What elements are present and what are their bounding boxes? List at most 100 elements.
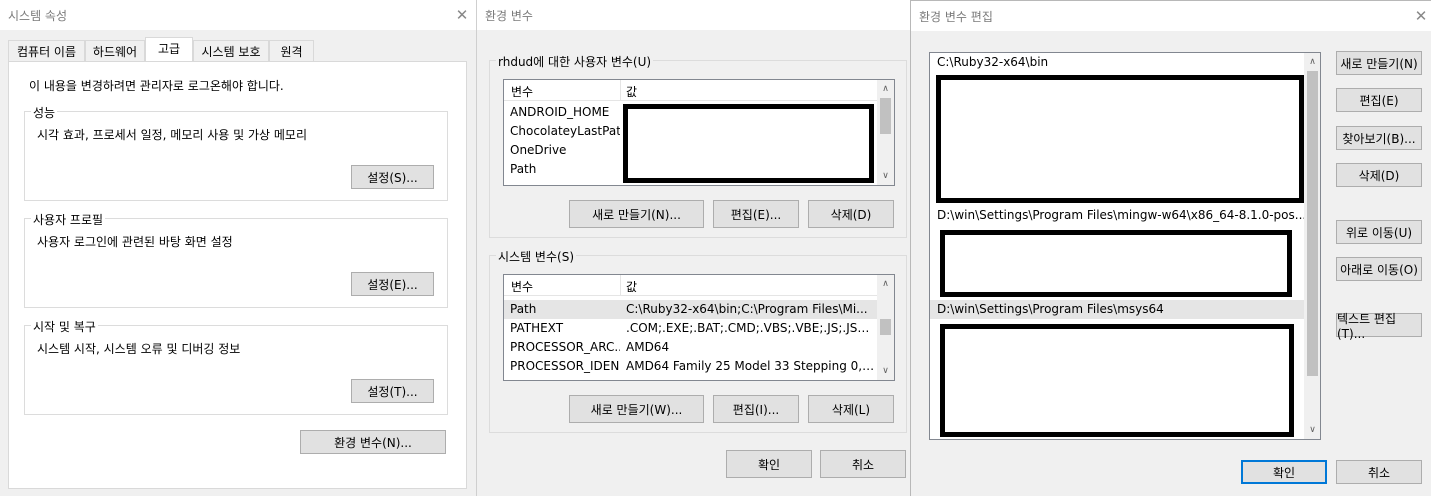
performance-desc: 시각 효과, 프로세서 일정, 메모리 사용 및 가상 메모리 — [37, 128, 307, 142]
redaction-box — [936, 75, 1304, 203]
scroll-thumb[interactable] — [880, 319, 891, 335]
scrollbar[interactable]: ∧ ∨ — [877, 275, 894, 380]
startup-recovery-label: 시작 및 복구 — [31, 318, 98, 335]
variable-name: OneDrive — [510, 143, 567, 157]
new-button[interactable]: 새로 만들기(N) — [1336, 51, 1422, 75]
variable-name: PROCESSOR_IDEN... — [510, 359, 620, 373]
column-separator — [620, 80, 621, 100]
title-bar: 환경 변수 — [477, 0, 910, 30]
user-variables-group: rhdud에 대한 사용자 변수(U) 변수 값 ANDROID_HOME Ch… — [489, 53, 907, 238]
system-variables-label: 시스템 변수(S) — [496, 248, 576, 265]
title-bar: 환경 변수 편집 ✕ — [911, 1, 1431, 31]
scroll-thumb[interactable] — [880, 98, 891, 134]
column-value[interactable]: 값 — [626, 83, 637, 100]
delete-button[interactable]: 삭제(D) — [1336, 163, 1422, 187]
close-icon[interactable]: ✕ — [452, 5, 472, 25]
variable-name: PROCESSOR_ARC... — [510, 340, 620, 354]
user-profile-settings-button[interactable]: 설정(E)... — [351, 272, 434, 296]
variable-name: Path — [510, 302, 537, 316]
title-bar: 시스템 속성 ✕ — [0, 0, 476, 30]
scrollbar[interactable]: ∧ ∨ — [1304, 53, 1320, 439]
scroll-up-icon[interactable]: ∧ — [1304, 55, 1320, 69]
system-variables-group: 시스템 변수(S) 변수 값 Path C:\Ruby32-x64\bin;C:… — [489, 248, 907, 433]
list-item[interactable]: PROCESSOR_ARC... AMD64 — [504, 338, 877, 357]
path-entry: D:\win\Settings\Program Files\mingw-w64\… — [937, 208, 1307, 222]
performance-settings-button[interactable]: 설정(S)... — [351, 165, 434, 189]
system-delete-button[interactable]: 삭제(L) — [808, 395, 894, 423]
scroll-down-icon[interactable]: ∨ — [877, 169, 894, 183]
list-item[interactable]: D:\win\Settings\Program Files\mingw-w64\… — [930, 206, 1307, 225]
system-new-button[interactable]: 새로 만들기(W)... — [569, 395, 704, 423]
startup-recovery-settings-button[interactable]: 설정(T)... — [351, 379, 434, 403]
tab-advanced[interactable]: 고급 — [145, 37, 193, 62]
user-variables-label: rhdud에 대한 사용자 변수(U) — [496, 53, 654, 70]
list-item-selected[interactable]: D:\win\Settings\Program Files\msys64 — [930, 300, 1304, 319]
scroll-down-icon[interactable]: ∨ — [1304, 423, 1320, 437]
variable-value: .COM;.EXE;.BAT;.CMD;.VBS;.VBE;.JS;.JSE;.… — [626, 321, 876, 335]
list-item[interactable]: PROCESSOR_IDEN... AMD64 Family 25 Model … — [504, 357, 877, 376]
list-item-selected[interactable]: Path C:\Ruby32-x64\bin;C:\Program Files\… — [504, 300, 877, 319]
edit-button[interactable]: 편집(E) — [1336, 88, 1422, 112]
list-header: 변수 값 — [504, 275, 877, 296]
edit-environment-variable-window: 환경 변수 편집 ✕ C:\Ruby32-x64\bin D:\win\Sett… — [910, 0, 1431, 496]
user-delete-button[interactable]: 삭제(D) — [808, 200, 894, 228]
variable-name: PATHEXT — [510, 321, 564, 335]
variable-value: C:\Ruby32-x64\bin;C:\Program Files\Mi... — [626, 302, 868, 316]
cancel-button[interactable]: 취소 — [1336, 460, 1422, 484]
cancel-button[interactable]: 취소 — [820, 450, 906, 478]
move-down-button[interactable]: 아래로 이동(O) — [1336, 257, 1422, 281]
window-title: 시스템 속성 — [8, 9, 68, 23]
ok-button[interactable]: 확인 — [1241, 460, 1327, 484]
variable-name: Path — [510, 162, 537, 176]
path-entries-list[interactable]: C:\Ruby32-x64\bin D:\win\Settings\Progra… — [929, 52, 1321, 440]
user-edit-button[interactable]: 편집(E)... — [713, 200, 799, 228]
tab-system-protection[interactable]: 시스템 보호 — [193, 40, 269, 62]
system-edit-button[interactable]: 편집(I)... — [713, 395, 799, 423]
path-entry: D:\win\Settings\Program Files\msys64 — [937, 302, 1164, 316]
scroll-up-icon[interactable]: ∧ — [877, 277, 894, 291]
tab-hardware[interactable]: 하드웨어 — [85, 40, 145, 62]
user-profile-desc: 사용자 로그인에 관련된 바탕 화면 설정 — [37, 235, 233, 249]
path-entry: C:\Ruby32-x64\bin — [937, 55, 1049, 69]
list-item[interactable]: PATHEXT .COM;.EXE;.BAT;.CMD;.VBS;.VBE;.J… — [504, 319, 877, 338]
variable-name: ANDROID_HOME — [510, 105, 610, 119]
window-title: 환경 변수 — [485, 9, 533, 23]
browse-button[interactable]: 찾아보기(B)... — [1336, 126, 1422, 150]
user-variables-list[interactable]: 변수 값 ANDROID_HOME ChocolateyLastPat... O… — [503, 79, 895, 186]
column-value[interactable]: 값 — [626, 278, 637, 295]
environment-variables-window: 환경 변수 rhdud에 대한 사용자 변수(U) 변수 값 ANDROID_H… — [476, 0, 910, 496]
tab-remote[interactable]: 원격 — [269, 40, 314, 62]
redaction-box — [623, 104, 874, 183]
column-variable[interactable]: 변수 — [511, 278, 533, 295]
system-variables-list[interactable]: 변수 값 Path C:\Ruby32-x64\bin;C:\Program F… — [503, 274, 895, 381]
startup-recovery-group: 시작 및 복구 시스템 시작, 시스템 오류 및 디버깅 정보 설정(T)... — [24, 318, 448, 415]
startup-recovery-desc: 시스템 시작, 시스템 오류 및 디버깅 정보 — [37, 342, 241, 356]
user-profile-label: 사용자 프로필 — [31, 211, 106, 228]
variable-value: AMD64 — [626, 340, 670, 354]
variable-name: ChocolateyLastPat... — [510, 124, 620, 138]
close-icon[interactable]: ✕ — [1411, 6, 1431, 26]
performance-group: 성능 시각 효과, 프로세서 일정, 메모리 사용 및 가상 메모리 설정(S)… — [24, 104, 448, 201]
variable-value: AMD64 Family 25 Model 33 Stepping 0, A..… — [626, 359, 876, 373]
edit-text-button[interactable]: 텍스트 편집(T)... — [1336, 312, 1422, 341]
tab-computer-name[interactable]: 컴퓨터 이름 — [8, 40, 85, 62]
column-separator — [620, 275, 621, 295]
list-item[interactable]: C:\Ruby32-x64\bin — [930, 53, 1304, 72]
user-new-button[interactable]: 새로 만들기(N)... — [569, 200, 704, 228]
performance-label: 성능 — [31, 104, 58, 121]
scrollbar[interactable]: ∧ ∨ — [877, 80, 894, 185]
environment-variables-button[interactable]: 환경 변수(N)... — [300, 430, 446, 454]
move-up-button[interactable]: 위로 이동(U) — [1336, 220, 1422, 244]
system-properties-window: 시스템 속성 ✕ 컴퓨터 이름 하드웨어 고급 시스템 보호 원격 이 내용을 … — [0, 0, 476, 496]
admin-note: 이 내용을 변경하려면 관리자로 로그온해야 합니다. — [29, 79, 284, 93]
ok-button[interactable]: 확인 — [726, 450, 812, 478]
redaction-box — [940, 324, 1294, 437]
scroll-down-icon[interactable]: ∨ — [877, 364, 894, 378]
user-profile-group: 사용자 프로필 사용자 로그인에 관련된 바탕 화면 설정 설정(E)... — [24, 211, 448, 308]
scroll-up-icon[interactable]: ∧ — [877, 82, 894, 96]
column-variable[interactable]: 변수 — [511, 83, 533, 100]
window-title: 환경 변수 편집 — [919, 10, 993, 24]
scroll-thumb[interactable] — [1307, 71, 1318, 376]
redaction-box — [940, 230, 1292, 297]
list-header: 변수 값 — [504, 80, 877, 101]
